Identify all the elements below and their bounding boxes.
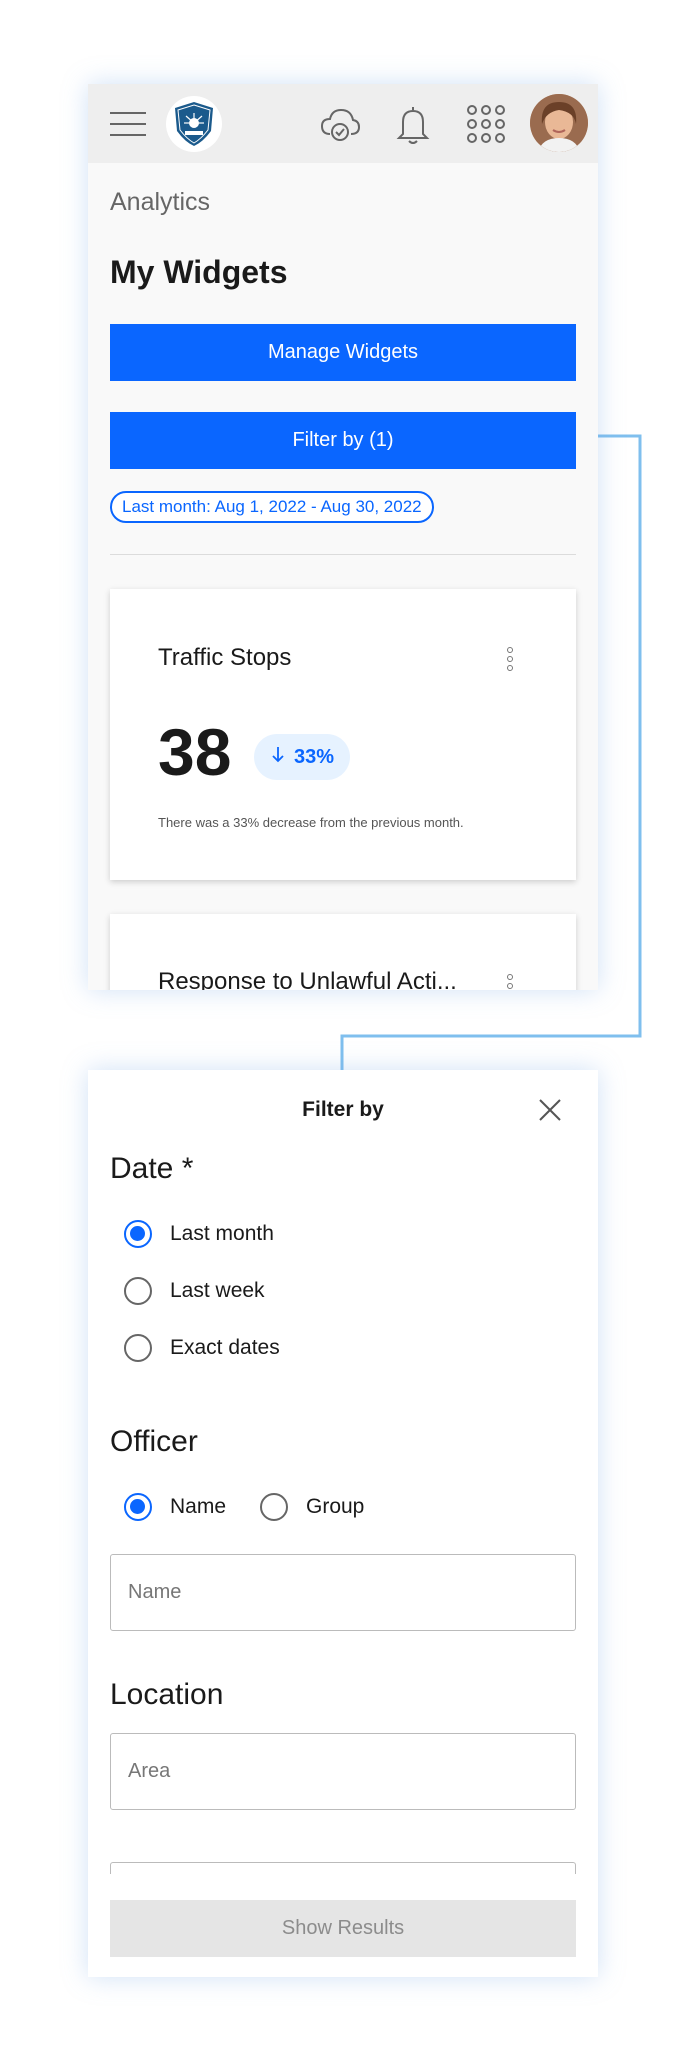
user-avatar[interactable] — [530, 94, 588, 152]
widget-title: Traffic Stops — [158, 644, 292, 671]
cloud-check-icon[interactable] — [318, 102, 362, 146]
radio-button[interactable] — [124, 1493, 152, 1521]
location-area-input[interactable]: Area — [110, 1733, 576, 1810]
radio-button[interactable] — [260, 1493, 288, 1521]
hamburger-menu-icon[interactable] — [110, 112, 146, 136]
filter-title: Filter by — [302, 1098, 384, 1121]
date-section-title: Date * — [110, 1152, 194, 1185]
bell-icon[interactable] — [391, 102, 435, 146]
trend-badge: 33% — [254, 734, 351, 780]
manage-widgets-button[interactable]: Manage Widgets — [110, 324, 576, 381]
radio-last-month[interactable]: Last month — [124, 1220, 274, 1248]
radio-officer-group[interactable]: Group — [260, 1493, 364, 1521]
radio-label: Group — [306, 1495, 365, 1518]
widget-description: There was a 33% decrease from the previo… — [158, 815, 464, 830]
radio-button[interactable] — [124, 1277, 152, 1305]
radio-button[interactable] — [124, 1334, 152, 1362]
radio-last-week[interactable]: Last week — [124, 1277, 265, 1305]
divider — [110, 554, 576, 555]
radio-label: Name — [170, 1495, 227, 1518]
widget-card-response-unlawful[interactable]: Response to Unlawful Acti... — [110, 914, 576, 990]
radio-label: Last week — [170, 1279, 265, 1302]
page-title: My Widgets — [110, 254, 288, 290]
breadcrumb: Analytics — [110, 188, 211, 216]
radio-label: Last month — [170, 1222, 274, 1245]
close-icon[interactable] — [538, 1098, 562, 1122]
analytics-screen: Analytics My Widgets Manage Widgets Filt… — [88, 84, 598, 990]
kebab-menu-icon[interactable] — [507, 974, 513, 990]
apps-grid-icon[interactable] — [464, 102, 508, 146]
date-filter-chip[interactable]: Last month: Aug 1, 2022 - Aug 30, 2022 — [110, 491, 434, 523]
liberty-police-badge-icon[interactable] — [166, 96, 222, 152]
location-section-title: Location — [110, 1678, 224, 1711]
widget-value: 38 — [158, 715, 232, 789]
widget-title: Response to Unlawful Acti... — [158, 968, 457, 990]
filter-panel: Filter by Date * Last month Last week Ex… — [88, 1070, 598, 1977]
radio-label: Exact dates — [170, 1336, 280, 1359]
filter-button[interactable]: Filter by (1) — [110, 412, 576, 469]
show-results-button[interactable]: Show Results — [110, 1900, 576, 1957]
top-bar — [88, 84, 598, 163]
widget-card-traffic-stops[interactable]: Traffic Stops 38 33% There was a 33% dec… — [110, 589, 576, 880]
officer-section-title: Officer — [110, 1425, 198, 1458]
kebab-menu-icon[interactable] — [507, 647, 513, 674]
officer-name-input[interactable]: Name — [110, 1554, 576, 1631]
radio-exact-dates[interactable]: Exact dates — [124, 1334, 280, 1362]
arrow-down-icon — [270, 745, 286, 769]
next-input-partial[interactable] — [110, 1862, 576, 1874]
radio-button[interactable] — [124, 1220, 152, 1248]
trend-value: 33% — [294, 745, 335, 768]
radio-officer-name[interactable]: Name — [124, 1493, 226, 1521]
